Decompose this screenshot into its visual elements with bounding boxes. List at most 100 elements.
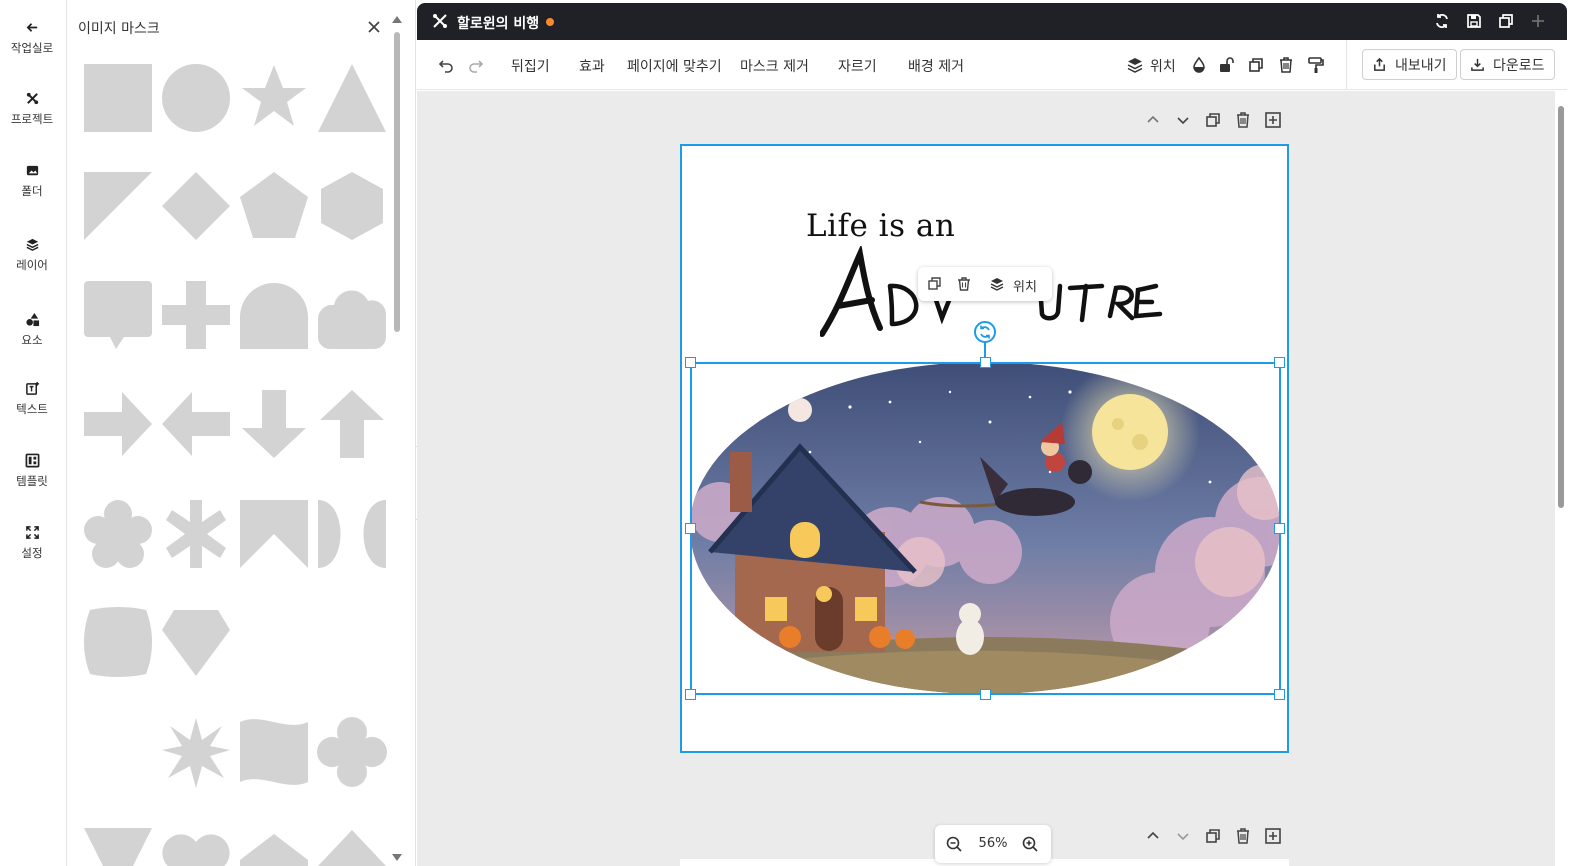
- add-icon[interactable]: [1529, 12, 1547, 30]
- paint-roller-icon[interactable]: [1307, 56, 1325, 74]
- delete-page-icon[interactable]: [1234, 827, 1252, 845]
- sync-icon[interactable]: [1433, 12, 1451, 30]
- mask-shape-rounded-barrel[interactable]: [82, 606, 154, 678]
- canvas-scrollbar[interactable]: [1555, 91, 1567, 866]
- unlock-icon[interactable]: [1217, 56, 1235, 74]
- effects-button[interactable]: 효과: [579, 56, 605, 76]
- mask-shape-flower[interactable]: [82, 498, 154, 570]
- mask-shape-heart[interactable]: [160, 826, 232, 866]
- mask-shape-clover[interactable]: [316, 716, 388, 788]
- mask-shape-hexagon[interactable]: [316, 170, 388, 242]
- rail-item-back-to-workspace[interactable]: 작업실로: [0, 13, 64, 63]
- design-page[interactable]: Life is an 위치: [680, 144, 1289, 753]
- rail-item-text[interactable]: 텍스트: [0, 374, 64, 424]
- duplicate-page-icon[interactable]: [1204, 827, 1222, 845]
- rail-item-settings[interactable]: 설정: [0, 518, 64, 568]
- resize-handle-bottom-left[interactable]: [685, 689, 696, 700]
- resize-handle-left[interactable]: [685, 523, 696, 534]
- save-icon[interactable]: [1465, 12, 1483, 30]
- rail-item-projects[interactable]: 프로젝트: [0, 84, 64, 134]
- mask-shape-triangle[interactable]: [316, 62, 388, 134]
- opacity-drop-icon[interactable]: [1190, 56, 1208, 74]
- mask-shape-arrow-down[interactable]: [238, 388, 310, 460]
- rail-item-elements[interactable]: 요소: [0, 305, 64, 355]
- float-position-label[interactable]: 위치: [1013, 276, 1037, 295]
- position-button[interactable]: 위치: [1150, 56, 1176, 76]
- flip-button[interactable]: 뒤집기: [511, 56, 550, 76]
- document-title[interactable]: 할로윈의 비행: [457, 13, 539, 33]
- scroll-up-arrow[interactable]: [392, 16, 402, 23]
- selection-box[interactable]: [690, 362, 1281, 695]
- remove-mask-button[interactable]: 마스크 제거: [740, 56, 809, 76]
- layers-icon[interactable]: [989, 276, 1005, 292]
- mask-shape-house-roof[interactable]: [316, 826, 388, 866]
- fit-to-page-button[interactable]: 페이지에 맞추기: [627, 56, 722, 76]
- mask-shape-burst[interactable]: [160, 716, 232, 788]
- mask-shape-asterisk[interactable]: [160, 498, 232, 570]
- rail-item-label: 텍스트: [16, 402, 48, 416]
- chevron-down-icon[interactable]: [1174, 827, 1192, 845]
- trash-icon[interactable]: [956, 276, 972, 292]
- mask-shape-circle[interactable]: [160, 62, 232, 134]
- rail-item-folder[interactable]: 폴더: [0, 156, 64, 206]
- mask-shape-square[interactable]: [82, 62, 154, 134]
- export-button[interactable]: 내보내기: [1362, 49, 1457, 80]
- trash-icon[interactable]: [1277, 56, 1295, 74]
- mask-shape-gem[interactable]: [160, 606, 232, 678]
- mask-shape-cross[interactable]: [160, 279, 232, 351]
- duplicate-window-icon[interactable]: [1497, 12, 1515, 30]
- download-button[interactable]: 다운로드: [1460, 49, 1555, 80]
- chevron-down-icon[interactable]: [1174, 111, 1192, 129]
- mask-shape-rounded-top[interactable]: [238, 606, 310, 678]
- mask-shape-inverted-triangle[interactable]: [82, 826, 154, 866]
- undo-icon[interactable]: [437, 56, 455, 74]
- redo-icon[interactable]: [467, 56, 485, 74]
- rail-item-templates[interactable]: 템플릿: [0, 446, 64, 496]
- add-page-icon[interactable]: [1264, 111, 1282, 129]
- scroll-down-arrow[interactable]: [392, 854, 402, 861]
- delete-page-icon[interactable]: [1234, 111, 1252, 129]
- duplicate-icon[interactable]: [1247, 56, 1265, 74]
- canvas-area[interactable]: Life is an 위치 56%: [417, 91, 1555, 866]
- mask-shape-arrow-up[interactable]: [316, 388, 388, 460]
- zoom-in-icon[interactable]: [1021, 835, 1039, 853]
- add-page-icon[interactable]: [1264, 827, 1282, 845]
- mask-shape-star[interactable]: [238, 62, 310, 134]
- rotate-handle-icon[interactable]: [974, 321, 996, 343]
- mask-shape-arrow-left[interactable]: [160, 388, 232, 460]
- mask-shape-bowtie[interactable]: [316, 498, 388, 570]
- panel-scrollbar[interactable]: [390, 14, 404, 866]
- mask-shape-pentagon[interactable]: [238, 170, 310, 242]
- mask-shape-arrow-right[interactable]: [82, 388, 154, 460]
- mask-shape-drop-leaf[interactable]: [316, 606, 388, 678]
- remove-background-button[interactable]: 배경 제거: [908, 56, 964, 76]
- scrollbar-thumb[interactable]: [1558, 106, 1564, 508]
- mask-shape-bookmark[interactable]: [238, 498, 310, 570]
- zoom-out-icon[interactable]: [945, 835, 963, 853]
- mask-shape-diamond[interactable]: [160, 170, 232, 242]
- mask-shape-wave-flag[interactable]: [238, 716, 310, 788]
- close-icon[interactable]: [364, 17, 384, 37]
- resize-handle-top-right[interactable]: [1274, 357, 1285, 368]
- mask-shape-arch[interactable]: [238, 279, 310, 351]
- chevron-up-icon[interactable]: [1144, 111, 1162, 129]
- mask-shape-drop[interactable]: [82, 716, 154, 788]
- resize-handle-bottom[interactable]: [980, 689, 991, 700]
- headline-text[interactable]: Life is an: [806, 208, 955, 244]
- rail-item-layers[interactable]: 레이어: [0, 230, 64, 280]
- duplicate-page-icon[interactable]: [1204, 111, 1222, 129]
- mask-shape-speech-bubble[interactable]: [82, 279, 154, 351]
- resize-handle-top[interactable]: [980, 357, 991, 368]
- chevron-up-icon[interactable]: [1144, 827, 1162, 845]
- crop-button[interactable]: 자르기: [838, 56, 877, 76]
- resize-handle-right[interactable]: [1274, 523, 1285, 534]
- resize-handle-top-left[interactable]: [685, 357, 696, 368]
- mask-shape-house-top[interactable]: [238, 826, 310, 866]
- duplicate-icon[interactable]: [927, 276, 943, 292]
- mask-shape-right-triangle[interactable]: [82, 170, 154, 242]
- zoom-level[interactable]: 56%: [975, 836, 1011, 851]
- scrollbar-thumb[interactable]: [394, 32, 400, 332]
- layers-icon[interactable]: [1126, 56, 1144, 74]
- mask-shape-cloud[interactable]: [316, 279, 388, 351]
- resize-handle-bottom-right[interactable]: [1274, 689, 1285, 700]
